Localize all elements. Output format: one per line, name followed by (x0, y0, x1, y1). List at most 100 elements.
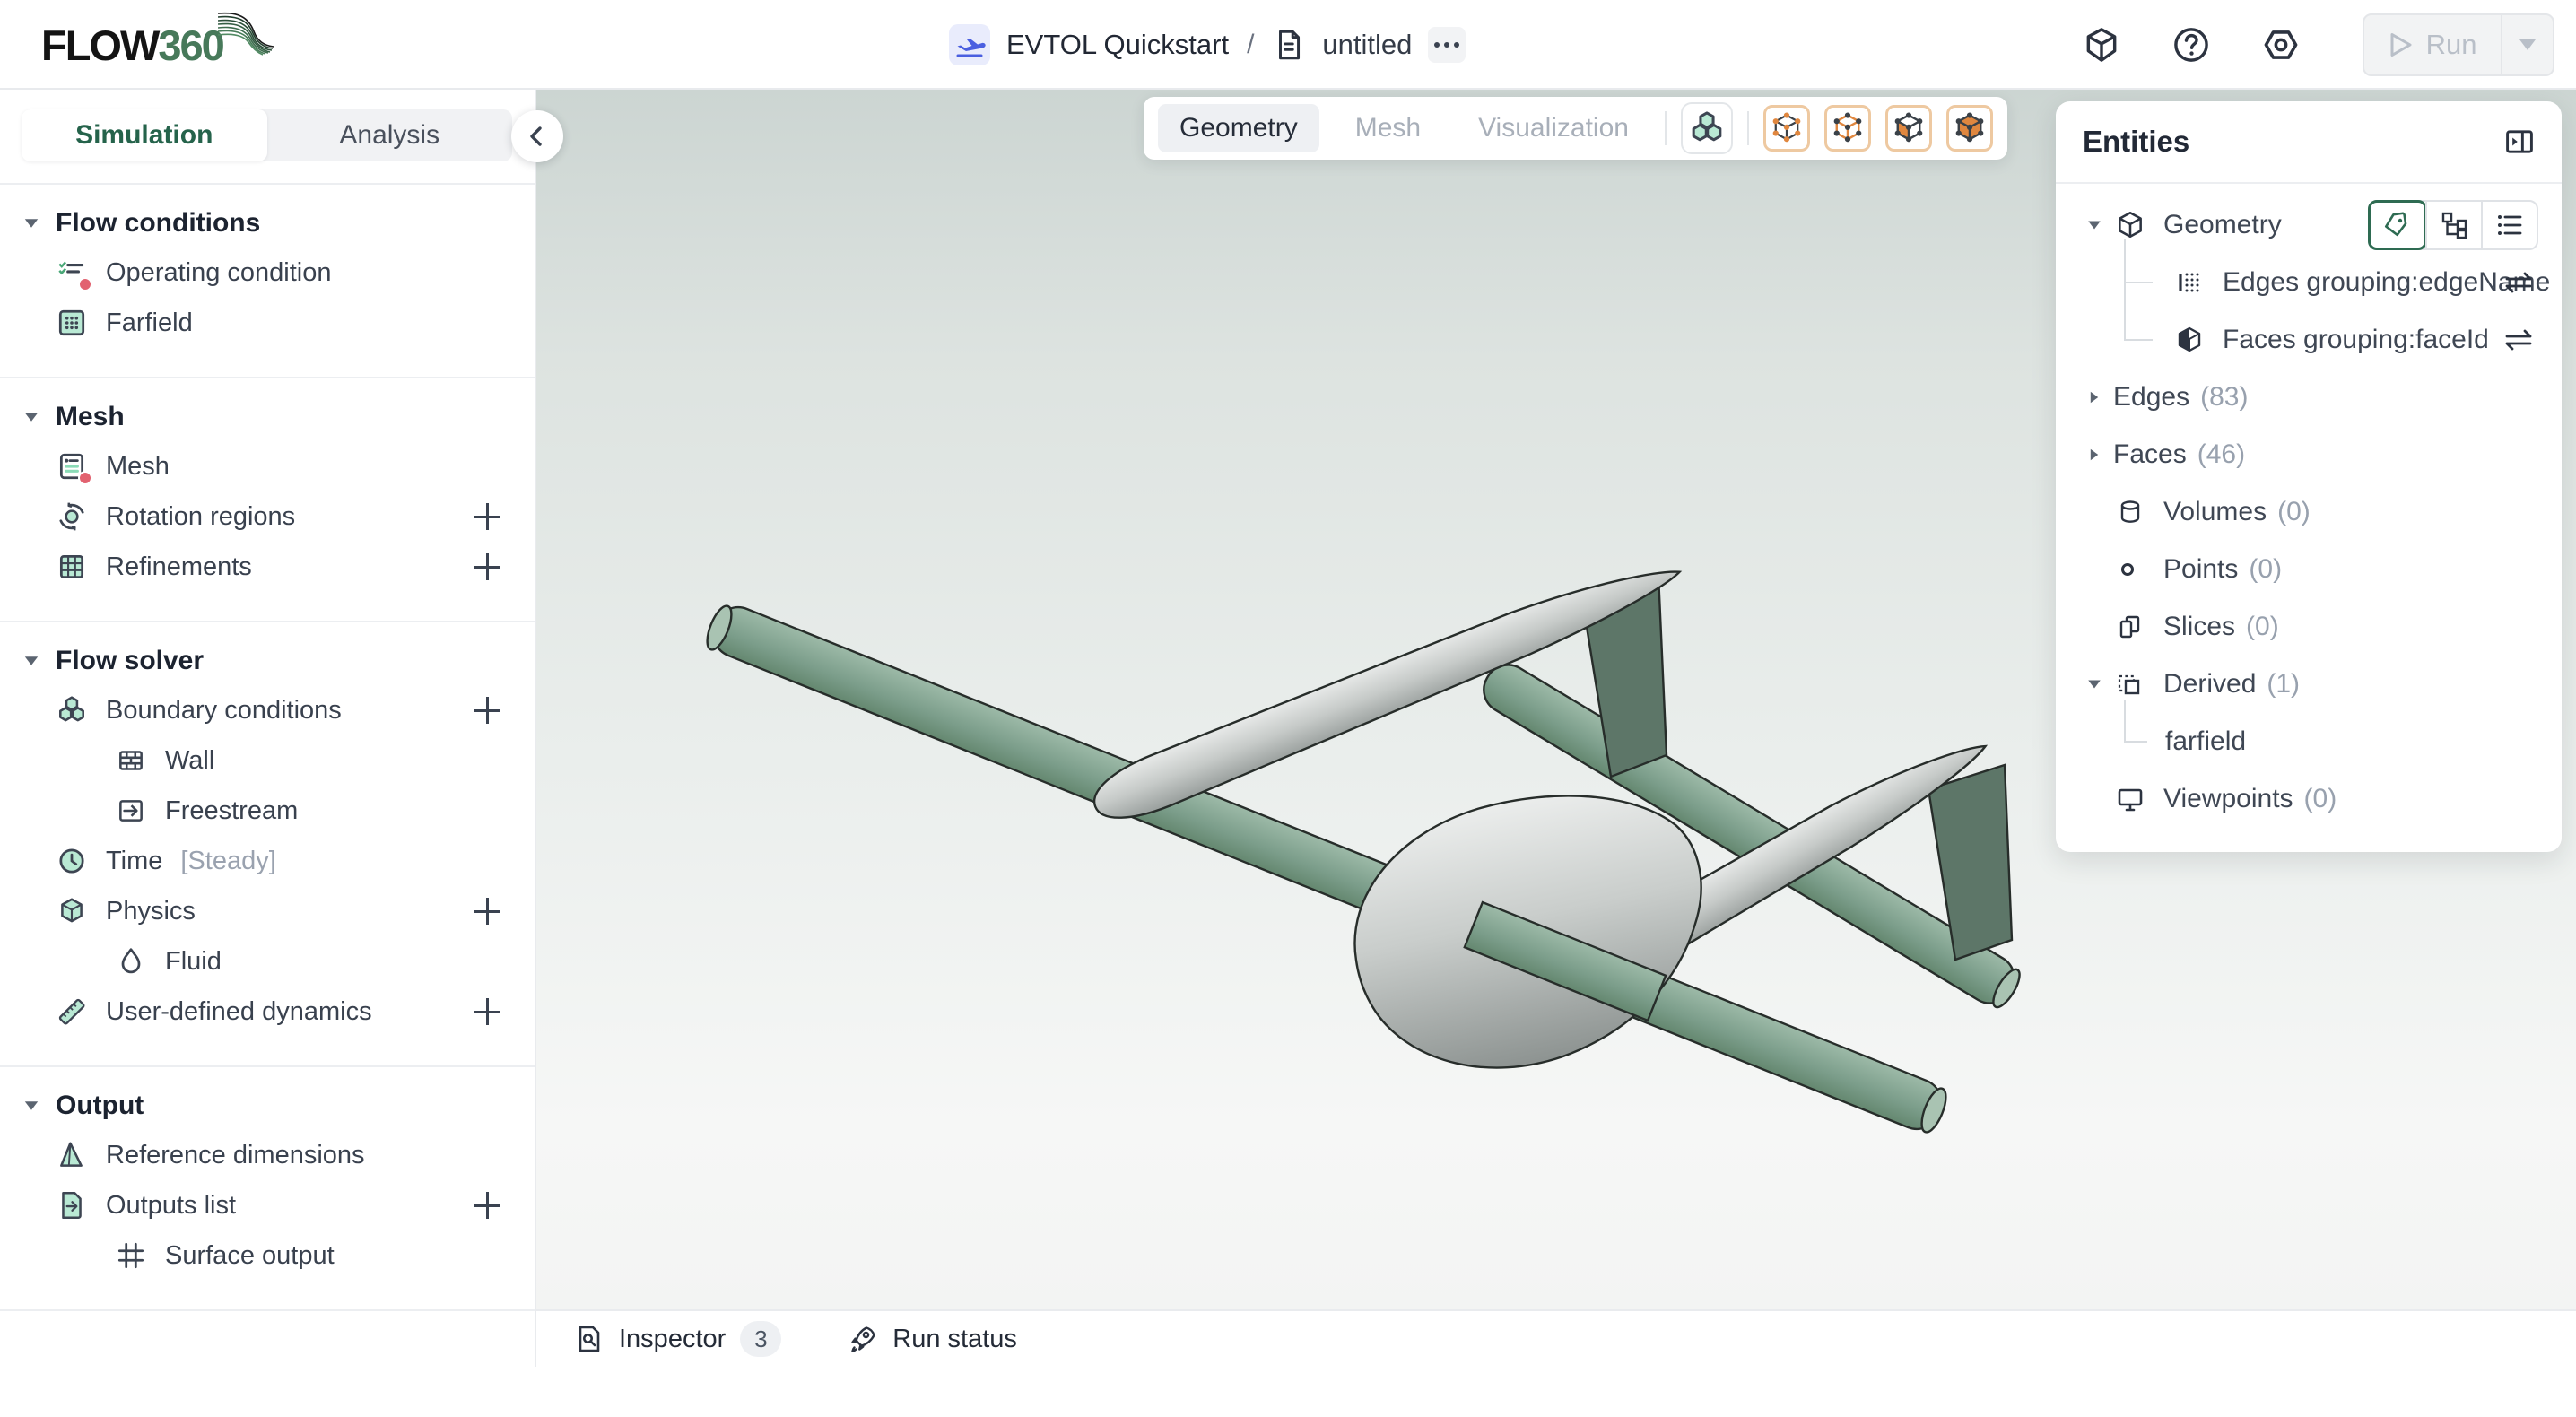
mesh-icon (56, 450, 88, 482)
dotted-grid-icon (2172, 265, 2206, 300)
sidebar-item-reference-dimensions[interactable]: Reference dimensions (0, 1130, 535, 1180)
tab-simulation[interactable]: Simulation (22, 109, 267, 161)
regroup-edges-button[interactable] (2501, 267, 2537, 298)
run-button[interactable]: Run (2363, 13, 2554, 76)
divider (1747, 111, 1749, 145)
group-by-tag-button[interactable] (2370, 202, 2425, 248)
entity-count: (83) (2200, 382, 2248, 413)
simulation-sidebar: Simulation Analysis Flow conditions Oper… (0, 90, 536, 1367)
entity-row-viewpoints[interactable]: Viewpoints (0) (2056, 770, 2562, 828)
entity-row-edges[interactable]: Edges (83) (2056, 369, 2562, 426)
farfield-icon (56, 307, 88, 339)
settings-icon[interactable] (2260, 24, 2302, 65)
section-title: Output (56, 1091, 144, 1121)
sidebar-collapse-button[interactable] (511, 110, 563, 162)
sidebar-item-outputs-list[interactable]: Outputs list (0, 1180, 535, 1230)
cube-bodies-icon (1952, 110, 1988, 146)
surface-groups-button[interactable] (1681, 102, 1733, 154)
run-button-main[interactable]: Run (2364, 15, 2501, 74)
entity-label: Volumes (2163, 497, 2267, 527)
rocket-icon (848, 1324, 878, 1354)
item-label: Refinements (106, 552, 252, 582)
entity-row-edges-grouping[interactable]: Edges grouping:edgeName (2056, 254, 2562, 311)
section-title: Flow solver (56, 646, 204, 676)
sidebar-item-user-defined-dynamics[interactable]: User-defined dynamics (0, 987, 535, 1037)
add-rotation-region-button[interactable] (474, 503, 500, 530)
sidebar-item-farfield[interactable]: Farfield (0, 298, 535, 348)
box-icon[interactable] (2081, 24, 2122, 65)
inspector-icon (574, 1324, 605, 1354)
sidebar-item-mesh[interactable]: Mesh (0, 441, 535, 491)
help-icon[interactable] (2171, 24, 2212, 65)
list-view-button[interactable] (2481, 202, 2537, 248)
entity-row-faces-grouping[interactable]: Faces grouping:faceId (2056, 311, 2562, 369)
entity-row-faces[interactable]: Faces (46) (2056, 426, 2562, 483)
wall-icon (115, 744, 147, 777)
tab-geometry[interactable]: Geometry (1158, 104, 1319, 152)
add-boundary-condition-button[interactable] (474, 697, 500, 724)
group-by-hierarchy-button[interactable] (2425, 202, 2481, 248)
section-mesh[interactable]: Mesh (0, 393, 535, 441)
slices-icon (2113, 610, 2147, 644)
more-options-button[interactable] (1428, 27, 1466, 63)
modified-badge (78, 277, 92, 291)
reference-dimensions-icon (56, 1139, 88, 1171)
section-flow-solver[interactable]: Flow solver (0, 637, 535, 685)
run-status-tab[interactable]: Run status (848, 1324, 1017, 1354)
inspector-tab[interactable]: Inspector 3 (574, 1321, 781, 1357)
caret-down-icon (2088, 681, 2101, 689)
section-title: Flow conditions (56, 208, 260, 239)
section-output[interactable]: Output (0, 1082, 535, 1130)
add-physics-button[interactable] (474, 898, 500, 925)
fluid-icon (115, 945, 147, 978)
select-edges-button[interactable] (1824, 105, 1871, 152)
entity-count: (1) (2267, 669, 2300, 700)
breadcrumb-file[interactable]: untitled (1322, 29, 1412, 61)
add-refinement-button[interactable] (474, 553, 500, 580)
item-label: Operating condition (106, 258, 332, 288)
sidebar-item-rotation-regions[interactable]: Rotation regions (0, 491, 535, 542)
breadcrumb-project[interactable]: EVTOL Quickstart (1006, 29, 1229, 61)
entity-count: (0) (2249, 554, 2282, 585)
item-label: User-defined dynamics (106, 997, 372, 1027)
sidebar-item-surface-output[interactable]: Surface output (0, 1230, 535, 1281)
plane-takeoff-icon[interactable] (949, 24, 990, 65)
run-dropdown-button[interactable] (2502, 15, 2553, 74)
entity-row-geometry[interactable]: Geometry (2056, 196, 2562, 254)
panel-collapse-button[interactable] (2502, 125, 2537, 159)
sidebar-item-boundary-conditions[interactable]: Boundary conditions (0, 685, 535, 735)
add-user-defined-dynamics-button[interactable] (474, 998, 500, 1025)
entity-row-volumes[interactable]: Volumes (0) (2056, 483, 2562, 541)
sidebar-item-physics[interactable]: Physics (0, 886, 535, 936)
entity-row-farfield[interactable]: farfield (2056, 713, 2562, 770)
entity-label: Viewpoints (2163, 784, 2293, 814)
tab-mesh[interactable]: Mesh (1334, 104, 1442, 152)
add-output-button[interactable] (474, 1192, 500, 1219)
sidebar-item-fluid[interactable]: Fluid (0, 936, 535, 987)
regroup-faces-button[interactable] (2501, 325, 2537, 355)
bottom-bar: Inspector 3 Run status (536, 1309, 2576, 1367)
tab-analysis[interactable]: Analysis (267, 109, 513, 161)
entity-row-derived[interactable]: Derived (1) (2056, 656, 2562, 713)
refinements-icon (56, 551, 88, 583)
section-flow-conditions[interactable]: Flow conditions (0, 199, 535, 248)
sidebar-item-wall[interactable]: Wall (0, 735, 535, 786)
logo-360-text: 360 (158, 21, 222, 70)
sidebar-item-freestream[interactable]: Freestream (0, 786, 535, 836)
sidebar-item-time[interactable]: Time [Steady] (0, 836, 535, 886)
item-label: Physics (106, 897, 196, 926)
select-vertices-button[interactable] (1763, 105, 1810, 152)
top-bar: FLOW360 EVTOL Quickstart / (0, 0, 2576, 90)
select-bodies-button[interactable] (1946, 105, 1993, 152)
divider (0, 1309, 535, 1311)
entity-row-points[interactable]: Points (0) (2056, 541, 2562, 598)
select-faces-button[interactable] (1885, 105, 1932, 152)
sidebar-item-operating-condition[interactable]: Operating condition (0, 248, 535, 298)
item-label: Mesh (106, 452, 170, 482)
tab-visualization[interactable]: Visualization (1457, 104, 1650, 152)
entity-row-slices[interactable]: Slices (0) (2056, 598, 2562, 656)
sidebar-item-refinements[interactable]: Refinements (0, 542, 535, 592)
flow360-app: FLOW360 EVTOL Quickstart / (0, 0, 2576, 1367)
boundary-conditions-icon (56, 694, 88, 726)
caret-down-icon (2088, 222, 2101, 230)
